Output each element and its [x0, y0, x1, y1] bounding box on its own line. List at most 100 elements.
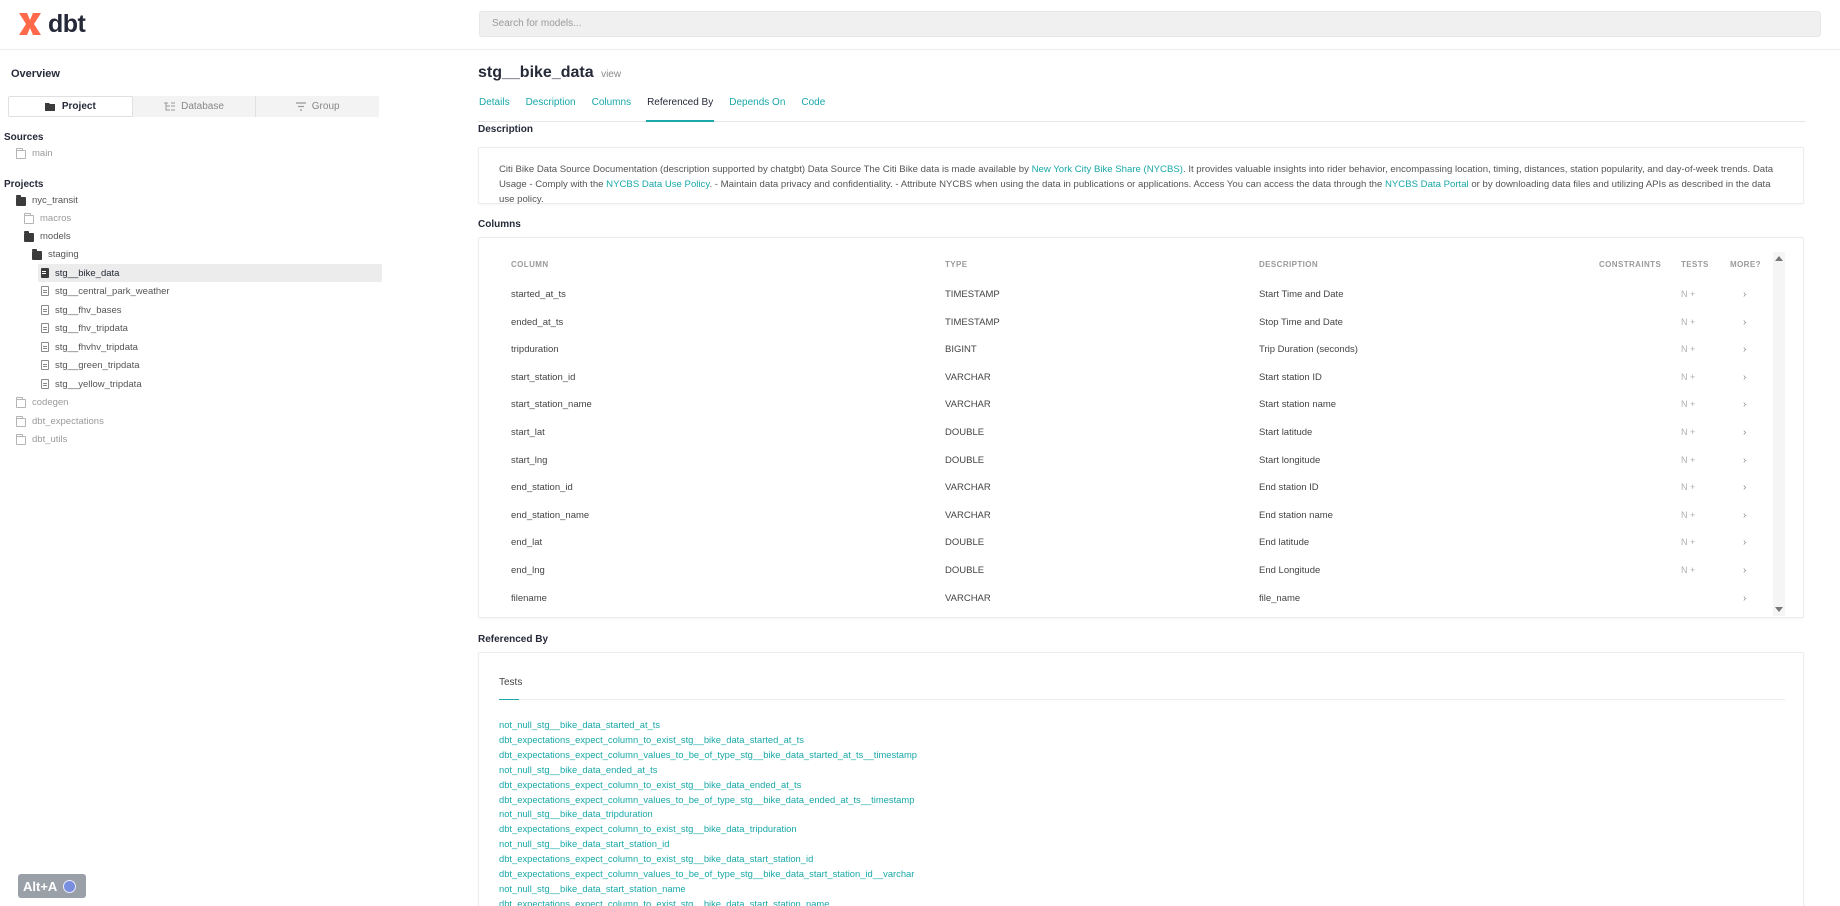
tree-item-stg-bike-data[interactable]: stg__bike_data — [38, 264, 382, 282]
table-row[interactable]: started_at_ts TIMESTAMP Start Time and Dat… — [479, 282, 1803, 309]
tab-columns[interactable]: Columns — [591, 94, 632, 122]
tree-item-label: codegen — [32, 396, 69, 408]
tests-tab-label[interactable]: Tests — [499, 677, 522, 688]
database-view-button[interactable]: Database — [133, 96, 257, 117]
referenced-by-card: Tests not_null_stg__bike_data_started_at… — [478, 652, 1804, 906]
column-description: End Longitude — [1259, 565, 1321, 576]
table-row[interactable]: start_station_name VARCHAR Start station n… — [479, 392, 1803, 419]
tree-item-dbt-utils[interactable]: dbt_utils — [16, 430, 67, 448]
table-row[interactable]: end_station_name VARCHAR End station name N… — [479, 503, 1803, 530]
table-row[interactable]: filename VARCHAR file_name › — [479, 586, 1803, 613]
group-view-button[interactable]: Group — [256, 96, 379, 117]
tree-item-main[interactable]: main — [16, 144, 53, 162]
columns-scrollbar[interactable] — [1773, 252, 1785, 616]
column-more-chevron[interactable]: › — [1743, 455, 1746, 466]
referenced-test-link[interactable]: not_null_stg__bike_data_started_at_ts — [499, 719, 660, 730]
file-icon — [41, 342, 49, 352]
tab-referenced-by[interactable]: Referenced By — [646, 94, 715, 122]
column-tests[interactable]: N + — [1681, 510, 1695, 520]
column-more-chevron[interactable]: › — [1743, 399, 1746, 410]
column-more-chevron[interactable]: › — [1743, 427, 1746, 438]
tree-item-label: models — [40, 230, 71, 242]
tree-item-label: stg__bike_data — [55, 267, 120, 279]
table-row[interactable]: end_station_id VARCHAR End station ID N + › — [479, 475, 1803, 502]
table-row[interactable]: start_lng DOUBLE Start longitude N + › — [479, 448, 1803, 475]
column-tests[interactable]: N + — [1681, 537, 1695, 547]
column-tests[interactable]: N + — [1681, 455, 1695, 465]
table-row[interactable]: start_station_id VARCHAR Start station ID N… — [479, 365, 1803, 392]
dbt-logo[interactable]: dbt — [16, 9, 86, 39]
data-use-policy-link[interactable]: NYCBS Data Use Policy — [606, 179, 709, 190]
tree-item-codegen[interactable]: codegen — [16, 393, 68, 411]
referenced-test-link[interactable]: dbt_expectations_expect_column_to_exist_… — [499, 853, 813, 864]
referenced-test-link[interactable]: dbt_expectations_expect_column_to_exist_… — [499, 734, 804, 745]
column-tests[interactable]: N + — [1681, 427, 1695, 437]
column-tests[interactable]: N + — [1681, 372, 1695, 382]
tree-item-staging[interactable]: staging — [32, 245, 79, 263]
column-more-chevron[interactable]: › — [1743, 344, 1746, 355]
table-row[interactable]: ended_at_ts TIMESTAMP Stop Time and Date N … — [479, 310, 1803, 337]
column-more-chevron[interactable]: › — [1743, 565, 1746, 576]
column-more-chevron[interactable]: › — [1743, 510, 1746, 521]
tab-description[interactable]: Description — [525, 94, 577, 122]
tree-item-dbt-expectations[interactable]: dbt_expectations — [16, 412, 104, 430]
tree-item-nyc-transit[interactable]: nyc_transit — [16, 191, 78, 209]
col-header-constraints: CONSTRAINTS — [1599, 260, 1662, 269]
alt-a-overlay-button[interactable]: Alt+A — [18, 874, 86, 898]
tab-details[interactable]: Details — [478, 94, 511, 122]
column-tests[interactable]: N + — [1681, 344, 1695, 354]
column-description: End station name — [1259, 509, 1333, 521]
column-more-chevron[interactable]: › — [1743, 482, 1746, 493]
column-name: end_lat — [511, 537, 543, 549]
table-row[interactable]: end_lat DOUBLE End latitude N + › — [479, 530, 1803, 557]
referenced-test-link[interactable]: dbt_expectations_expect_column_to_exist_… — [499, 898, 829, 906]
col-header-description: DESCRIPTION — [1259, 260, 1319, 269]
table-row[interactable]: start_lat DOUBLE Start latitude N + › — [479, 420, 1803, 447]
column-tests[interactable]: N + — [1681, 289, 1695, 299]
tree-item-stg-fhv-bases[interactable]: stg__fhv_bases — [41, 301, 122, 319]
referenced-test-link[interactable]: not_null_stg__bike_data_ended_at_ts — [499, 764, 657, 775]
tab-depends-on[interactable]: Depends On — [728, 94, 786, 122]
tree-item-stg-fhvhv-tripdata[interactable]: stg__fhvhv_tripdata — [41, 338, 138, 356]
column-name: start_lng — [511, 454, 548, 466]
scroll-down-icon[interactable] — [1775, 607, 1783, 612]
tree-item-label: stg__fhv_bases — [55, 304, 122, 316]
tree-item-stg-fhv-tripdata[interactable]: stg__fhv_tripdata — [41, 319, 128, 337]
col-header-type: TYPE — [945, 260, 968, 269]
nycbs-link[interactable]: New York City Bike Share (NYCBS) — [1032, 164, 1183, 175]
project-view-button[interactable]: Project — [8, 96, 133, 117]
column-more-chevron[interactable]: › — [1743, 317, 1746, 328]
table-row[interactable]: end_lng DOUBLE End Longitude N + › — [479, 558, 1803, 585]
referenced-test-link[interactable]: not_null_stg__bike_data_tripduration — [499, 808, 653, 819]
column-more-chevron[interactable]: › — [1743, 372, 1746, 383]
overview-link[interactable]: Overview — [11, 68, 60, 80]
column-tests[interactable]: N + — [1681, 482, 1695, 492]
tree-item-models[interactable]: models — [24, 227, 71, 245]
table-row[interactable]: tripduration BIGINT Trip Duration (seconds… — [479, 337, 1803, 364]
scroll-up-icon[interactable] — [1775, 256, 1783, 261]
referenced-test-link[interactable]: not_null_stg__bike_data_start_station_na… — [499, 883, 686, 894]
referenced-test-link[interactable]: dbt_expectations_expect_column_to_exist_… — [499, 779, 801, 790]
column-tests[interactable]: N + — [1681, 317, 1695, 327]
folder-icon — [16, 396, 26, 408]
referenced-test-link[interactable]: not_null_stg__bike_data_start_station_id — [499, 838, 669, 849]
referenced-test-link[interactable]: dbt_expectations_expect_column_values_to… — [499, 794, 914, 805]
referenced-test-link[interactable]: dbt_expectations_expect_column_to_exist_… — [499, 823, 797, 834]
tree-item-stg-central-park-weather[interactable]: stg__central_park_weather — [41, 282, 170, 300]
data-portal-link[interactable]: NYCBS Data Portal — [1385, 179, 1469, 190]
column-tests[interactable]: N + — [1681, 565, 1695, 575]
referenced-test-link[interactable]: dbt_expectations_expect_column_values_to… — [499, 868, 914, 879]
tree-item-macros[interactable]: macros — [24, 209, 71, 227]
column-more-chevron[interactable]: › — [1743, 537, 1746, 548]
project-view-label: Project — [61, 101, 96, 112]
tree-item-stg-green-tripdata[interactable]: stg__green_tripdata — [41, 356, 140, 374]
column-type: TIMESTAMP — [945, 289, 1000, 300]
column-more-chevron[interactable]: › — [1743, 289, 1746, 300]
column-type: BIGINT — [945, 344, 977, 356]
tab-code[interactable]: Code — [800, 94, 826, 122]
search-input[interactable]: Search for models... — [479, 11, 1821, 37]
column-more-chevron[interactable]: › — [1743, 593, 1746, 604]
column-tests[interactable]: N + — [1681, 399, 1695, 409]
tree-item-stg-yellow-tripdata[interactable]: stg__yellow_tripdata — [41, 375, 142, 393]
referenced-test-link[interactable]: dbt_expectations_expect_column_values_to… — [499, 749, 917, 760]
